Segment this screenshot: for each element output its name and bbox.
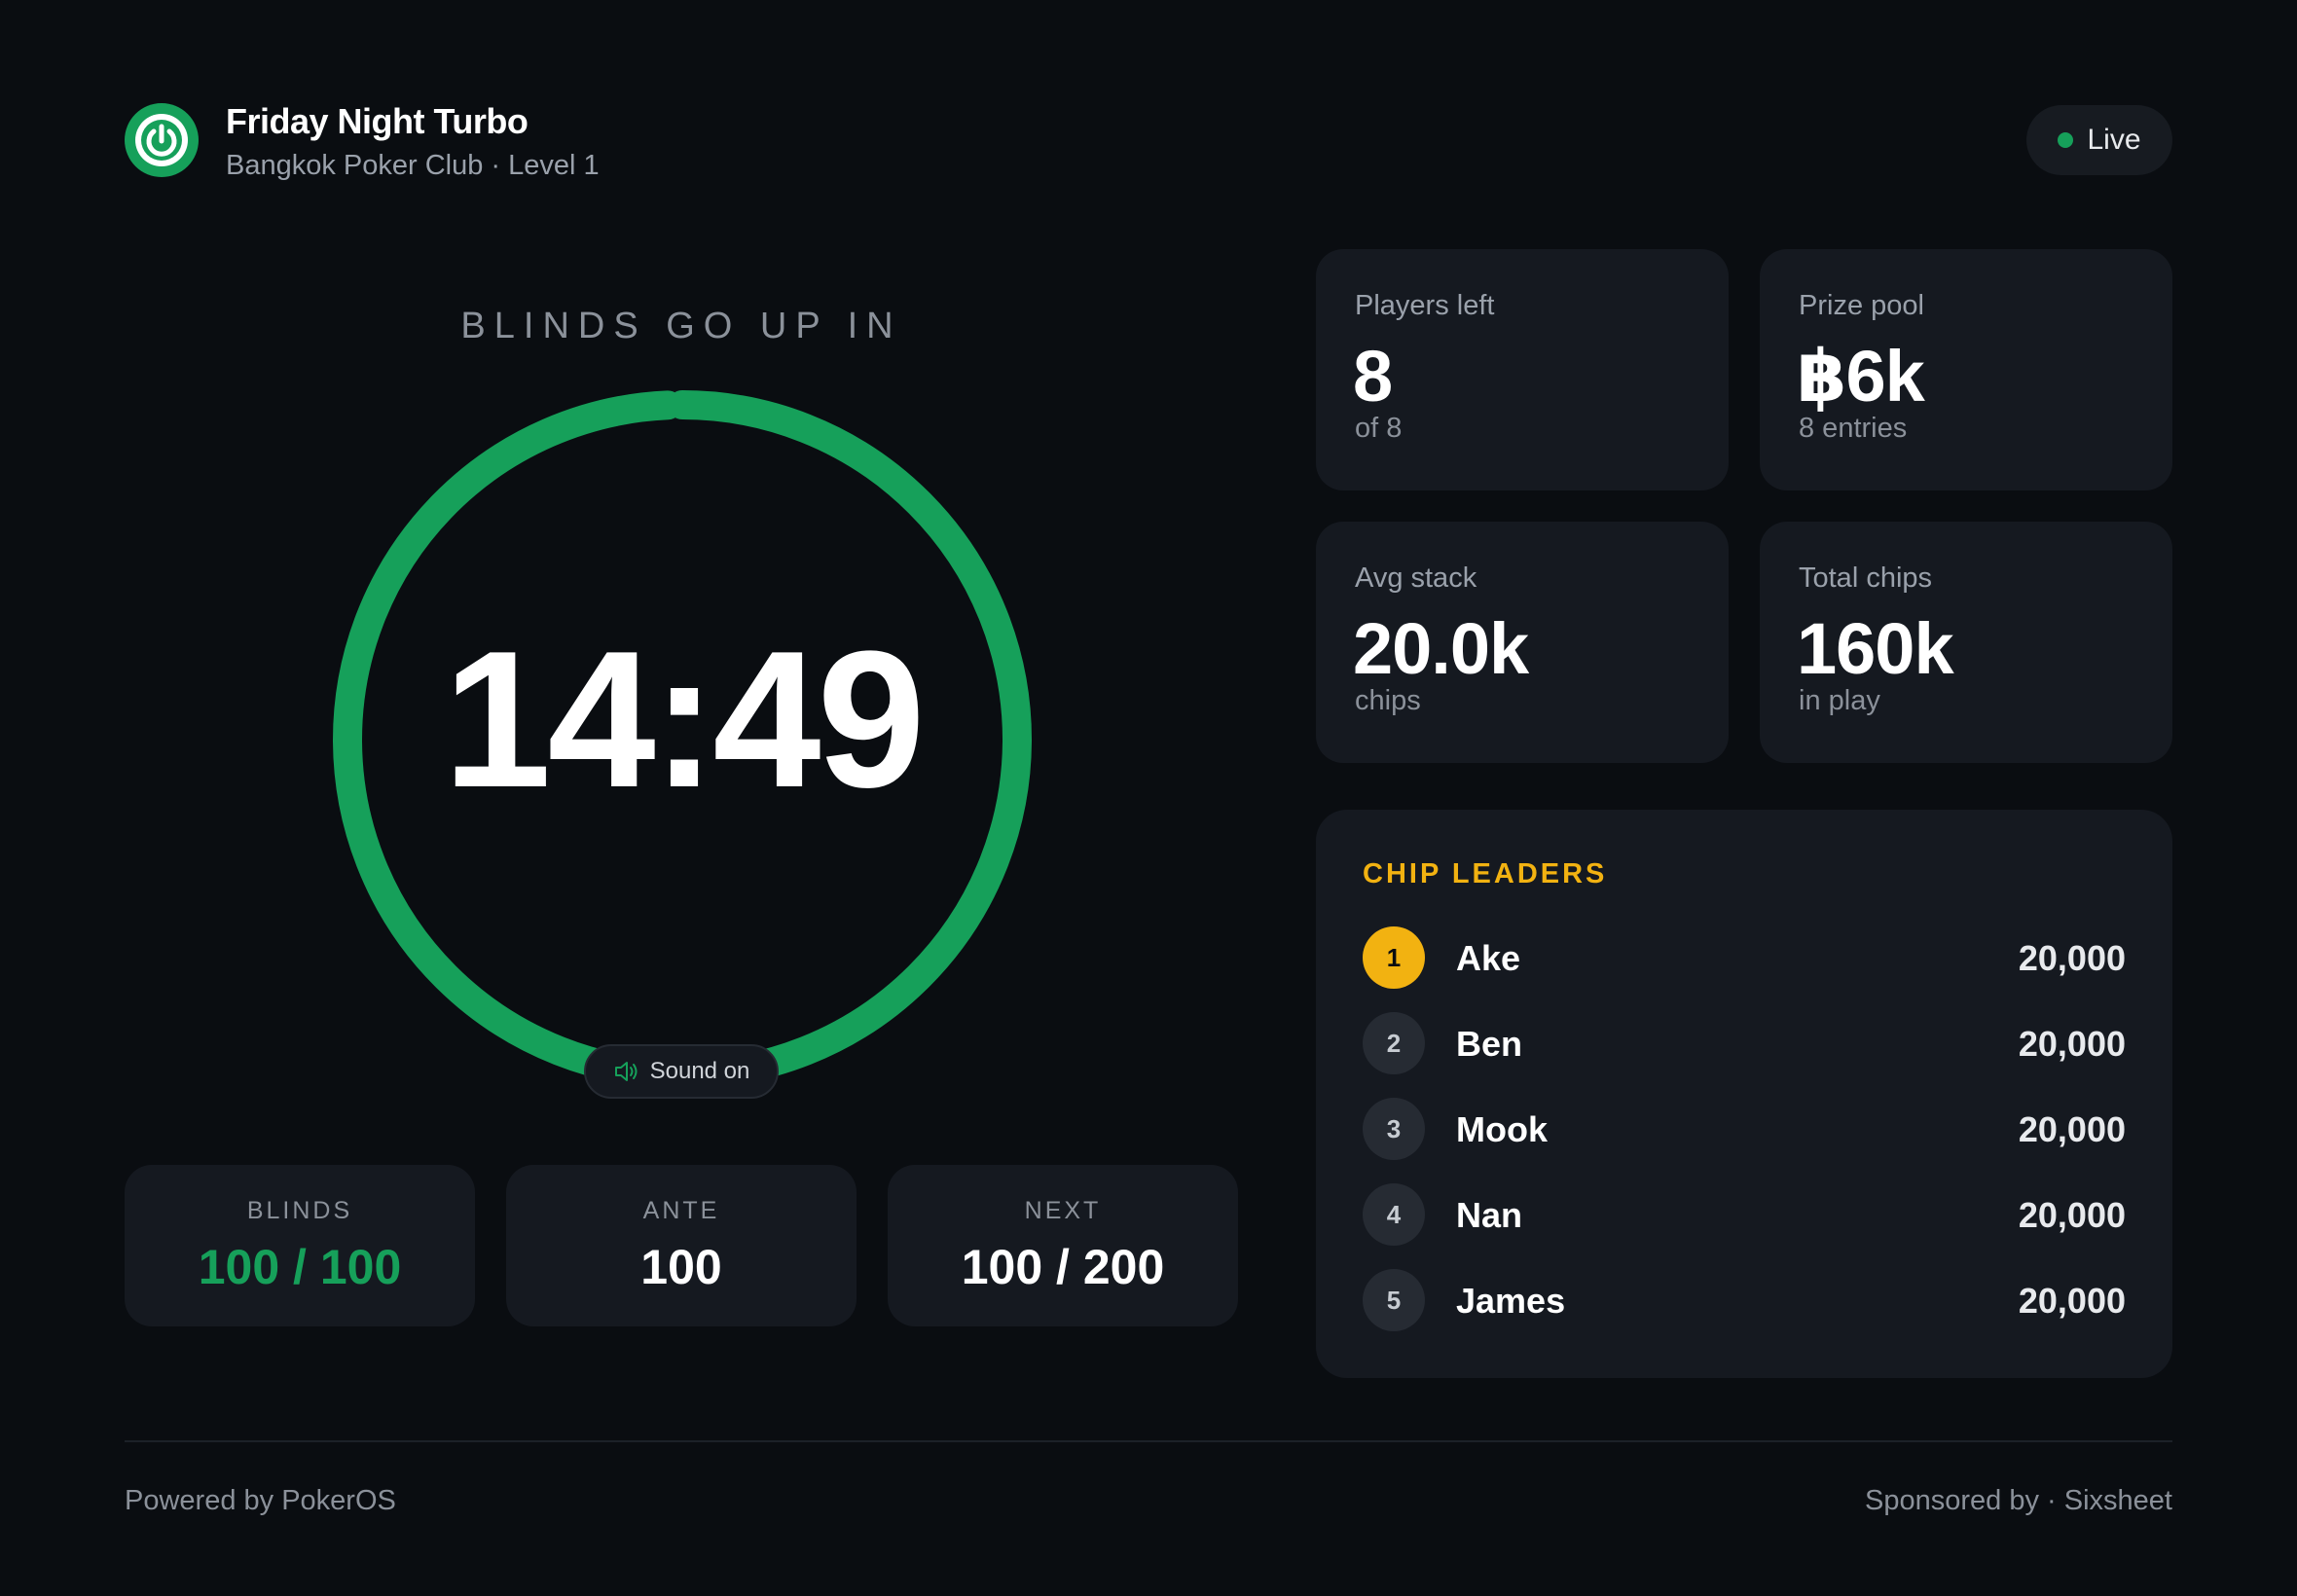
blinds-box: BLINDS 100 / 100	[125, 1165, 475, 1326]
chip-leaders-title: CHIP LEADERS	[1363, 858, 1608, 889]
rank-badge: 1	[1363, 926, 1425, 989]
players-left-value: 8	[1353, 336, 1393, 417]
timer-caption: BLINDS GO UP IN	[460, 306, 902, 346]
footer-divider	[125, 1440, 2172, 1442]
power-icon	[125, 103, 199, 177]
header: Friday Night Turbo Bangkok Poker Club · …	[125, 101, 2172, 181]
tournament-subtitle: Bangkok Poker Club · Level 1	[226, 150, 600, 181]
total-chips-sub: in play	[1799, 685, 1880, 716]
rank-badge: 2	[1363, 1012, 1425, 1074]
next-level-box: NEXT 100 / 200	[888, 1165, 1238, 1326]
player-chips: 20,000	[2018, 1024, 2126, 1064]
blinds-value: 100 / 100	[198, 1240, 402, 1294]
prize-pool-label: Prize pool	[1799, 290, 1924, 321]
ante-box: ANTE 100	[506, 1165, 857, 1326]
powered-by-text: Powered by PokerOS	[125, 1485, 396, 1516]
player-name: James	[1456, 1281, 1566, 1321]
player-name: Ben	[1456, 1024, 1523, 1064]
live-dot-icon	[2058, 132, 2074, 148]
ante-label: ANTE	[642, 1197, 720, 1224]
rank-badge: 4	[1363, 1183, 1425, 1246]
avg-stack-label: Avg stack	[1355, 562, 1477, 594]
leader-row: 2 Ben 20,000	[1363, 1012, 2126, 1074]
player-chips: 20,000	[2018, 938, 2126, 978]
next-level-label: NEXT	[1024, 1197, 1102, 1224]
players-left-label: Players left	[1355, 290, 1495, 321]
chip-leaders-panel: CHIP LEADERS 1 Ake 20,000 2 Ben 20,000 3…	[1316, 810, 2172, 1378]
live-status-badge: Live	[2026, 105, 2172, 175]
countdown-time: 14:49	[443, 611, 926, 828]
prize-pool-value: ฿6k	[1797, 336, 1925, 417]
tournament-title: Friday Night Turbo	[226, 101, 529, 141]
players-left-card: Players left 8 of 8	[1316, 249, 1729, 490]
rank-badge: 5	[1363, 1269, 1425, 1331]
player-chips: 20,000	[2018, 1109, 2126, 1149]
leader-row: 5 James 20,000	[1363, 1269, 2126, 1331]
sound-toggle-button[interactable]: Sound on	[584, 1044, 779, 1099]
player-chips: 20,000	[2018, 1195, 2126, 1235]
speaker-icon	[614, 1062, 638, 1081]
sound-toggle-label: Sound on	[649, 1058, 750, 1084]
sponsor-text: Sponsored by · Sixsheet	[1865, 1485, 2172, 1516]
player-name: Nan	[1456, 1195, 1523, 1235]
prize-pool-sub: 8 entries	[1799, 413, 1908, 444]
next-level-value: 100 / 200	[961, 1240, 1165, 1294]
live-status-label: Live	[2087, 124, 2141, 156]
avg-stack-card: Avg stack 20.0k chips	[1316, 522, 1729, 763]
leader-row: 3 Mook 20,000	[1363, 1098, 2126, 1160]
total-chips-value: 160k	[1797, 608, 1954, 689]
player-name: Mook	[1456, 1109, 1548, 1149]
blinds-label: BLINDS	[246, 1197, 353, 1224]
player-chips: 20,000	[2018, 1281, 2126, 1321]
player-name: Ake	[1456, 938, 1521, 978]
avg-stack-value: 20.0k	[1353, 608, 1529, 689]
total-chips-card: Total chips 160k in play	[1760, 522, 2172, 763]
tournament-clock-screen: Friday Night Turbo Bangkok Poker Club · …	[0, 0, 2297, 1596]
rank-badge: 3	[1363, 1098, 1425, 1160]
prize-pool-card: Prize pool ฿6k 8 entries	[1760, 249, 2172, 490]
players-left-sub: of 8	[1355, 413, 1403, 444]
avg-stack-sub: chips	[1355, 685, 1421, 716]
total-chips-label: Total chips	[1799, 562, 1933, 594]
ante-value: 100	[640, 1240, 722, 1294]
leader-row: 1 Ake 20,000	[1363, 926, 2126, 989]
leader-row: 4 Nan 20,000	[1363, 1183, 2126, 1246]
